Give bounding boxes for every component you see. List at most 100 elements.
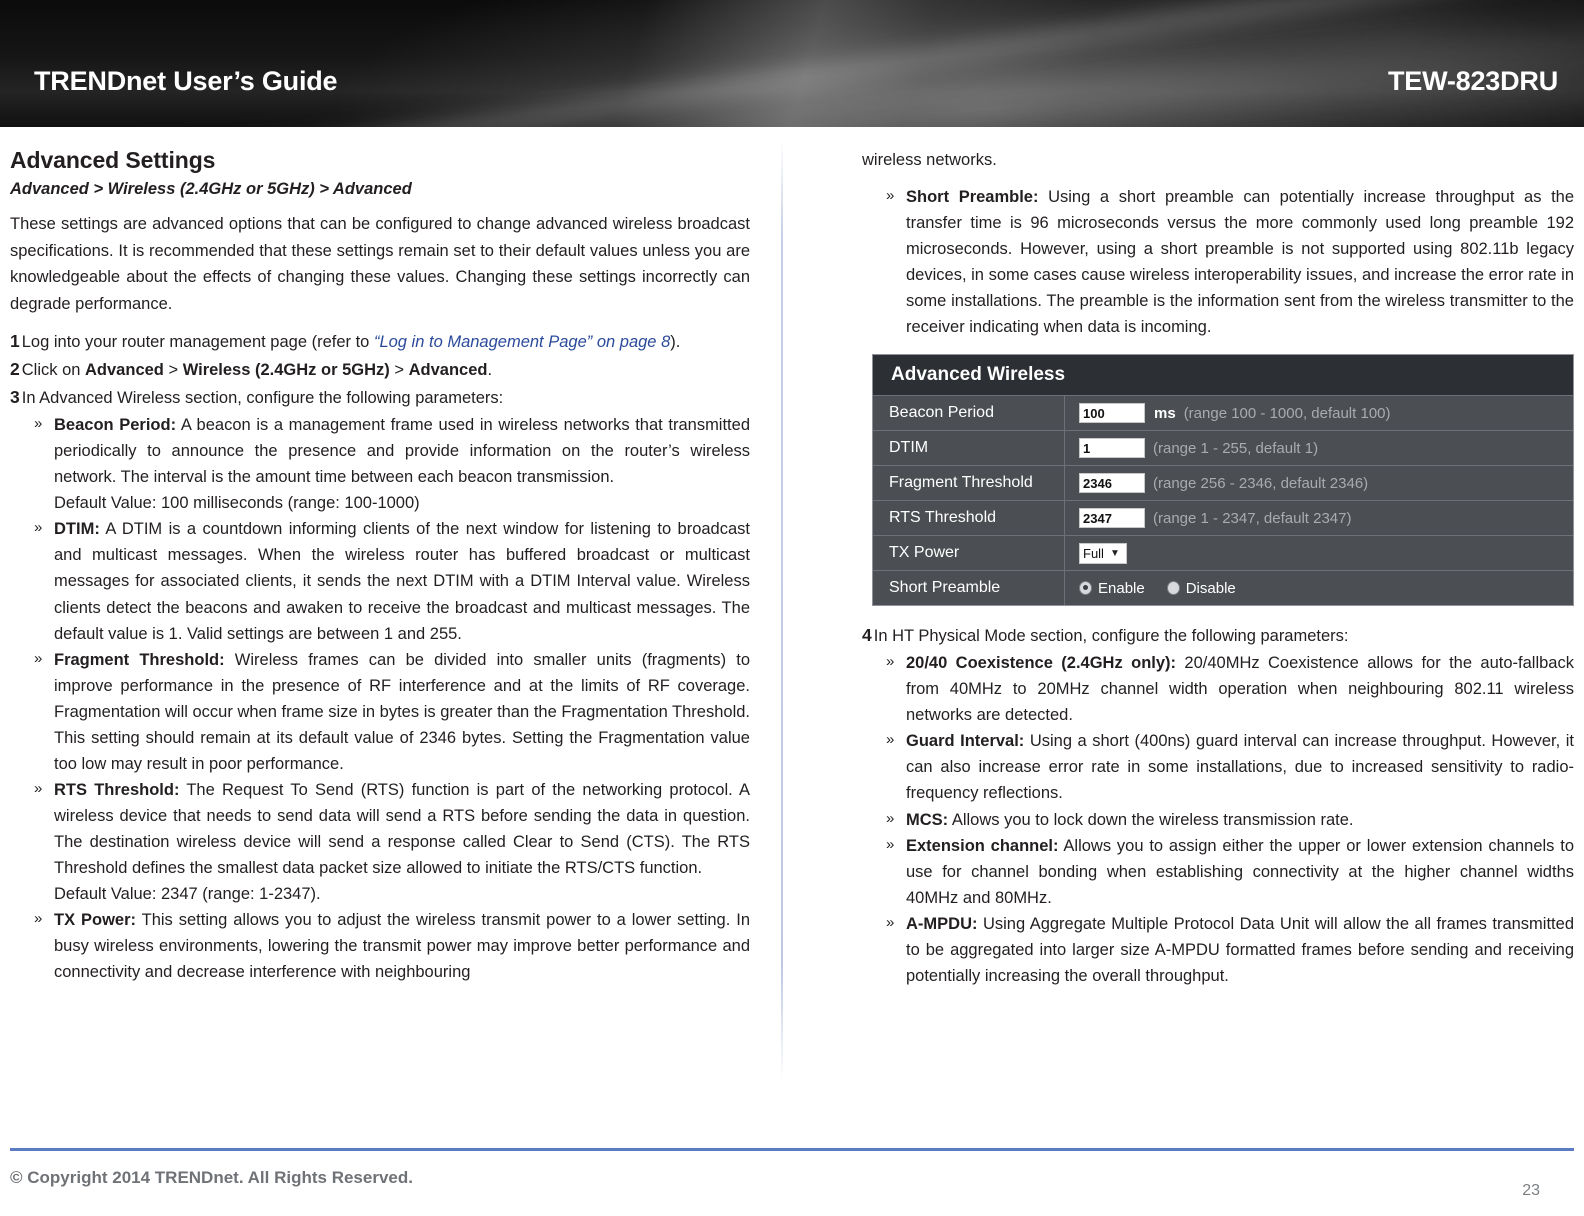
row-label: RTS Threshold [873, 501, 1065, 536]
step-2: 2 Click on Advanced > Wireless (2.4GHz or… [10, 356, 750, 383]
tx-power-selected-value: Full [1083, 545, 1104, 561]
step-4-number: 4 [862, 625, 872, 646]
bullet-term: RTS Threshold: [54, 780, 180, 799]
table-row: RTS Threshold 2347 (range 1 - 2347, defa… [873, 501, 1573, 537]
bullet-marker-icon: » [886, 186, 895, 204]
list-item: » A-MPDU: Using Aggregate Multiple Protoc… [862, 911, 1574, 989]
list-item: » Extension channel: Allows you to assign… [862, 833, 1574, 911]
list-item: » TX Power: This setting allows you to ad… [10, 907, 750, 985]
bullet-marker-icon: » [34, 519, 43, 537]
copyright-text: © Copyright 2014 TRENDnet. All Rights Re… [10, 1168, 413, 1187]
list-item: » Guard Interval: Using a short (400ns) g… [862, 728, 1574, 806]
short-preamble-disable-label: Disable [1185, 579, 1236, 597]
right-bullet-list-top: » Short Preamble: Using a short preamble … [862, 184, 1574, 340]
page-header-banner: TRENDnet User’s Guide TEW-823DRU [0, 0, 1584, 127]
guide-title: TRENDnet User’s Guide [34, 66, 338, 96]
row-value: Full ▼ [1065, 542, 1573, 564]
step-2-number: 2 [10, 358, 20, 379]
step-2-post: . [487, 360, 493, 379]
bullet-marker-icon: » [34, 415, 43, 433]
fragment-threshold-hint: (range 256 - 2346, default 2346) [1153, 474, 1369, 492]
list-item: » RTS Threshold: The Request To Send (RTS… [10, 777, 750, 907]
bullet-term: Short Preamble: [906, 187, 1039, 206]
bullet-body: A DTIM is a countdown informing clients … [54, 520, 750, 643]
short-preamble-enable-radio[interactable]: Enable [1079, 580, 1145, 597]
bullet-term: DTIM: [54, 520, 100, 539]
breadcrumb: Advanced > Wireless (2.4GHz or 5GHz) > A… [10, 180, 412, 198]
bullet-marker-icon: » [886, 913, 895, 931]
row-value: 100 ms (range 100 - 1000, default 100) [1065, 403, 1573, 424]
step-3-number: 3 [10, 387, 20, 408]
bullet-term: A-MPDU: [906, 914, 978, 933]
row-label: TX Power [873, 536, 1065, 571]
row-label: DTIM [873, 431, 1065, 466]
page-body: Advanced Settings Advanced > Wireless (2… [0, 127, 1584, 1137]
management-page-link[interactable]: “Log in to Management Page” on page 8 [374, 333, 670, 351]
row-value: 1 (range 1 - 255, default 1) [1065, 438, 1573, 459]
page-title: Advanced Settings [10, 147, 216, 173]
short-preamble-enable-label: Enable [1098, 579, 1145, 597]
bullet-note: Default Value: 2347 (range: 1-2347). [54, 885, 321, 904]
footer-divider [10, 1148, 1574, 1151]
table-row: Beacon Period 100 ms (range 100 - 1000, … [873, 396, 1573, 432]
radio-selected-icon [1079, 581, 1092, 596]
row-label: Beacon Period [873, 396, 1065, 431]
fragment-threshold-input[interactable]: 2346 [1079, 473, 1145, 494]
panel-title: Advanced Wireless [873, 355, 1573, 397]
step-2-sep-b: > [389, 360, 409, 379]
step-2-sep-a: > [163, 360, 183, 379]
list-item: » Short Preamble: Using a short preamble … [862, 184, 1574, 340]
step-1-number: 1 [10, 330, 20, 351]
bullet-term: Beacon Period: [54, 416, 177, 435]
radio-unselected-icon [1166, 581, 1180, 596]
bullet-note: Default Value: 100 milliseconds (range: … [54, 494, 420, 513]
bullet-body: Wireless frames can be divided into smal… [54, 650, 750, 773]
step-4: 4 In HT Physical Mode section, configure … [862, 622, 1574, 649]
bullet-body: Using Aggregate Multiple Protocol Data U… [906, 914, 1574, 985]
bullet-term: Extension channel: [906, 836, 1059, 855]
row-value: 2346 (range 256 - 2346, default 2346) [1065, 473, 1573, 494]
step-1: 1 Log into your router management page (r… [10, 328, 750, 355]
bullet-body: Using a short preamble can potentially i… [906, 187, 1574, 337]
list-item: » MCS: Allows you to lock down the wirele… [862, 807, 1574, 833]
step-2-bold-advanced: Advanced [85, 360, 164, 379]
list-item: » 20/40 Coexistence (2.4GHz only): 20/40M… [862, 650, 1574, 728]
table-row: TX Power Full ▼ [873, 536, 1573, 572]
right-column: wireless networks. » Short Preamble: Usin… [862, 127, 1574, 989]
list-item: » Fragment Threshold: Wireless frames can… [10, 647, 750, 777]
rts-threshold-input[interactable]: 2347 [1079, 508, 1145, 529]
bullet-term: Guard Interval: [906, 732, 1025, 751]
chevron-down-icon: ▼ [1109, 547, 1120, 559]
bullet-term: 20/40 Coexistence (2.4GHz only): [906, 654, 1177, 673]
bullet-marker-icon: » [886, 653, 895, 671]
step-3: 3 In Advanced Wireless section, configure… [10, 384, 750, 411]
continued-text: wireless networks. [862, 151, 997, 169]
row-label: Fragment Threshold [873, 466, 1065, 501]
short-preamble-disable-radio[interactable]: Disable [1166, 579, 1236, 597]
table-row: Fragment Threshold 2346 (range 256 - 234… [873, 466, 1573, 502]
list-item: » Beacon Period: A beacon is a management… [10, 412, 750, 516]
column-divider [781, 141, 783, 1081]
page-number: 23 [1522, 1182, 1540, 1199]
bullet-marker-icon: » [886, 835, 895, 853]
step-2-bold-advanced-2: Advanced [408, 360, 488, 379]
step-4-text: In HT Physical Mode section, configure t… [873, 627, 1349, 646]
beacon-period-input[interactable]: 100 [1079, 403, 1145, 424]
step-2-pre: Click on [21, 360, 86, 379]
left-bullet-list: » Beacon Period: A beacon is a management… [10, 412, 750, 985]
step-2-bold-wireless: Wireless (2.4GHz or 5GHz) [182, 360, 390, 379]
step-1-pre: Log into your router management page (re… [21, 332, 374, 351]
bullet-marker-icon: » [34, 779, 43, 797]
bullet-marker-icon: » [34, 649, 43, 667]
row-value: Enable Disable [1065, 580, 1573, 597]
bullet-marker-icon: » [886, 731, 895, 749]
step-1-post: ). [670, 332, 681, 351]
tx-power-select[interactable]: Full ▼ [1079, 542, 1127, 564]
advanced-wireless-screenshot: Advanced Wireless Beacon Period 100 ms (… [872, 354, 1574, 607]
row-label: Short Preamble [873, 571, 1065, 606]
intro-paragraph: These settings are advanced options that… [10, 215, 750, 314]
short-preamble-radio-group: Enable Disable [1079, 580, 1236, 597]
bullet-term: TX Power: [54, 911, 137, 930]
dtim-input[interactable]: 1 [1079, 438, 1145, 459]
bullet-body: This setting allows you to adjust the wi… [54, 911, 750, 982]
